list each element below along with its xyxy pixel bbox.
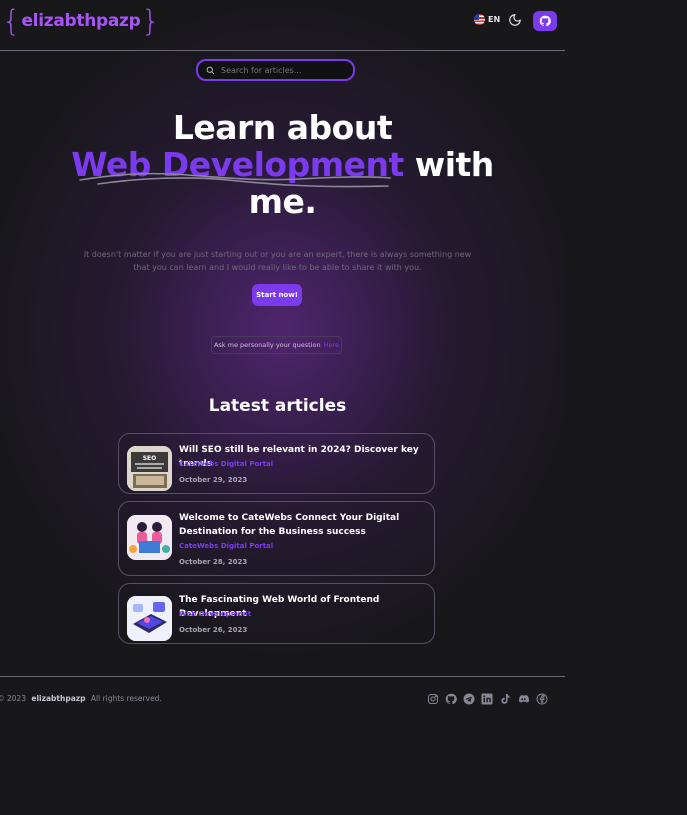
article-title[interactable]: Welcome to CateWebs Connect Your Digital… (179, 511, 434, 539)
moon-icon[interactable] (508, 13, 522, 27)
article-card[interactable]: Welcome to CateWebs Connect Your Digital… (118, 501, 435, 576)
article-category[interactable]: CateWebs Digital Portal (179, 460, 273, 468)
article-date: October 26, 2023 (179, 626, 248, 634)
hero-line-2-rest: with (403, 145, 495, 184)
github-button[interactable] (533, 11, 557, 31)
article-thumbnail-seo: SEO (127, 446, 172, 491)
article-date: October 29, 2023 (179, 476, 248, 484)
hero-line-1: Learn about (172, 108, 393, 147)
start-now-button[interactable]: Start now! (252, 284, 302, 306)
github-icon (539, 15, 551, 27)
latest-articles-heading: Latest articles (208, 396, 347, 416)
article-thumbnail-frontend (127, 596, 172, 641)
ask-text: Ask me personally your question (213, 341, 321, 349)
language-switcher[interactable]: EN (474, 14, 500, 25)
copyright: © 2023 elizabthpazp All rights reserved. (0, 694, 162, 703)
linkedin-icon[interactable] (481, 693, 493, 705)
article-thumbnail-catewebs (127, 515, 172, 560)
github-icon[interactable] (445, 693, 457, 705)
team-illustration (127, 515, 172, 560)
ask-question: Ask me personally your question Here (211, 336, 342, 354)
hero-description: It doesn't matter if you are just starti… (83, 250, 472, 272)
search-input[interactable] (221, 65, 341, 75)
seo-illustration: SEO (127, 446, 172, 491)
article-category[interactable]: CateWebs Digital Portal (179, 542, 273, 550)
logo[interactable]: { elizabthpazp } (2, 6, 160, 36)
tiktok-icon[interactable] (499, 693, 511, 705)
discord-icon[interactable] (517, 693, 530, 705)
article-card[interactable]: The Fascinating Web World of Frontend De… (118, 583, 435, 644)
search-bar[interactable] (196, 59, 355, 81)
social-links (427, 693, 548, 705)
header: { elizabthpazp } EN (0, 0, 565, 51)
logo-brace-open: { (2, 3, 21, 38)
logo-brace-close: } (141, 3, 160, 38)
copyright-rights: All rights reserved. (90, 694, 162, 703)
article-card[interactable]: SEO Will SEO still be relevant in 2024? … (118, 433, 435, 494)
language-code: EN (488, 15, 501, 24)
page: { elizabthpazp } EN Learn about Web Deve… (0, 0, 565, 815)
instagram-icon[interactable] (427, 693, 439, 705)
article-category[interactable]: Web Development (179, 610, 251, 618)
logo-name: elizabthpazp (21, 11, 141, 31)
us-flag-icon (474, 14, 485, 25)
search-icon (206, 66, 215, 74)
footer-divider (0, 676, 565, 677)
article-date: October 28, 2023 (179, 558, 248, 566)
ask-here-link[interactable]: Here (324, 341, 339, 349)
underline-scribble (79, 172, 391, 188)
footer-brand[interactable]: elizabthpazp (31, 694, 85, 703)
seo-text: SEO (143, 455, 157, 462)
frontend-illustration (127, 596, 172, 641)
telegram-icon[interactable] (463, 693, 475, 705)
facebook-icon[interactable] (536, 693, 548, 705)
copyright-year: © 2023 (0, 694, 26, 703)
